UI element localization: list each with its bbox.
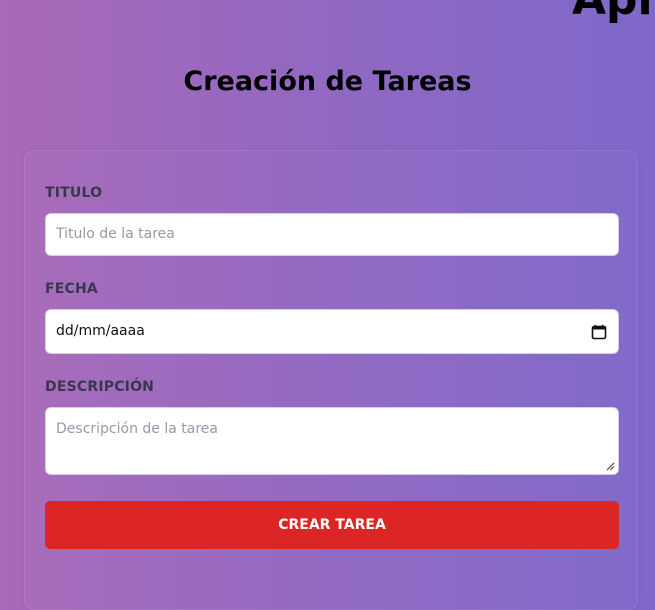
titulo-input[interactable]: Titulo de la tarea <box>45 213 619 256</box>
descripcion-label: DESCRIPCIÓN <box>45 379 155 395</box>
fecha-input[interactable]: dd/mm/aaaa <box>45 309 619 354</box>
resize-handle-icon[interactable] <box>605 461 615 471</box>
descripcion-placeholder: Descripción de la tarea <box>56 421 218 437</box>
descripcion-textarea[interactable]: Descripción de la tarea <box>45 407 619 475</box>
fecha-value: dd/mm/aaaa <box>56 323 145 339</box>
fecha-label: FECHA <box>45 281 98 297</box>
titulo-label: TITULO <box>45 185 103 201</box>
titulo-placeholder: Titulo de la tarea <box>56 226 175 242</box>
calendar-icon[interactable] <box>591 324 607 340</box>
app-title-partial: Apl <box>572 0 653 22</box>
crear-tarea-button[interactable]: CREAR TAREA <box>45 501 619 549</box>
page-title: Creación de Tareas <box>183 66 472 97</box>
